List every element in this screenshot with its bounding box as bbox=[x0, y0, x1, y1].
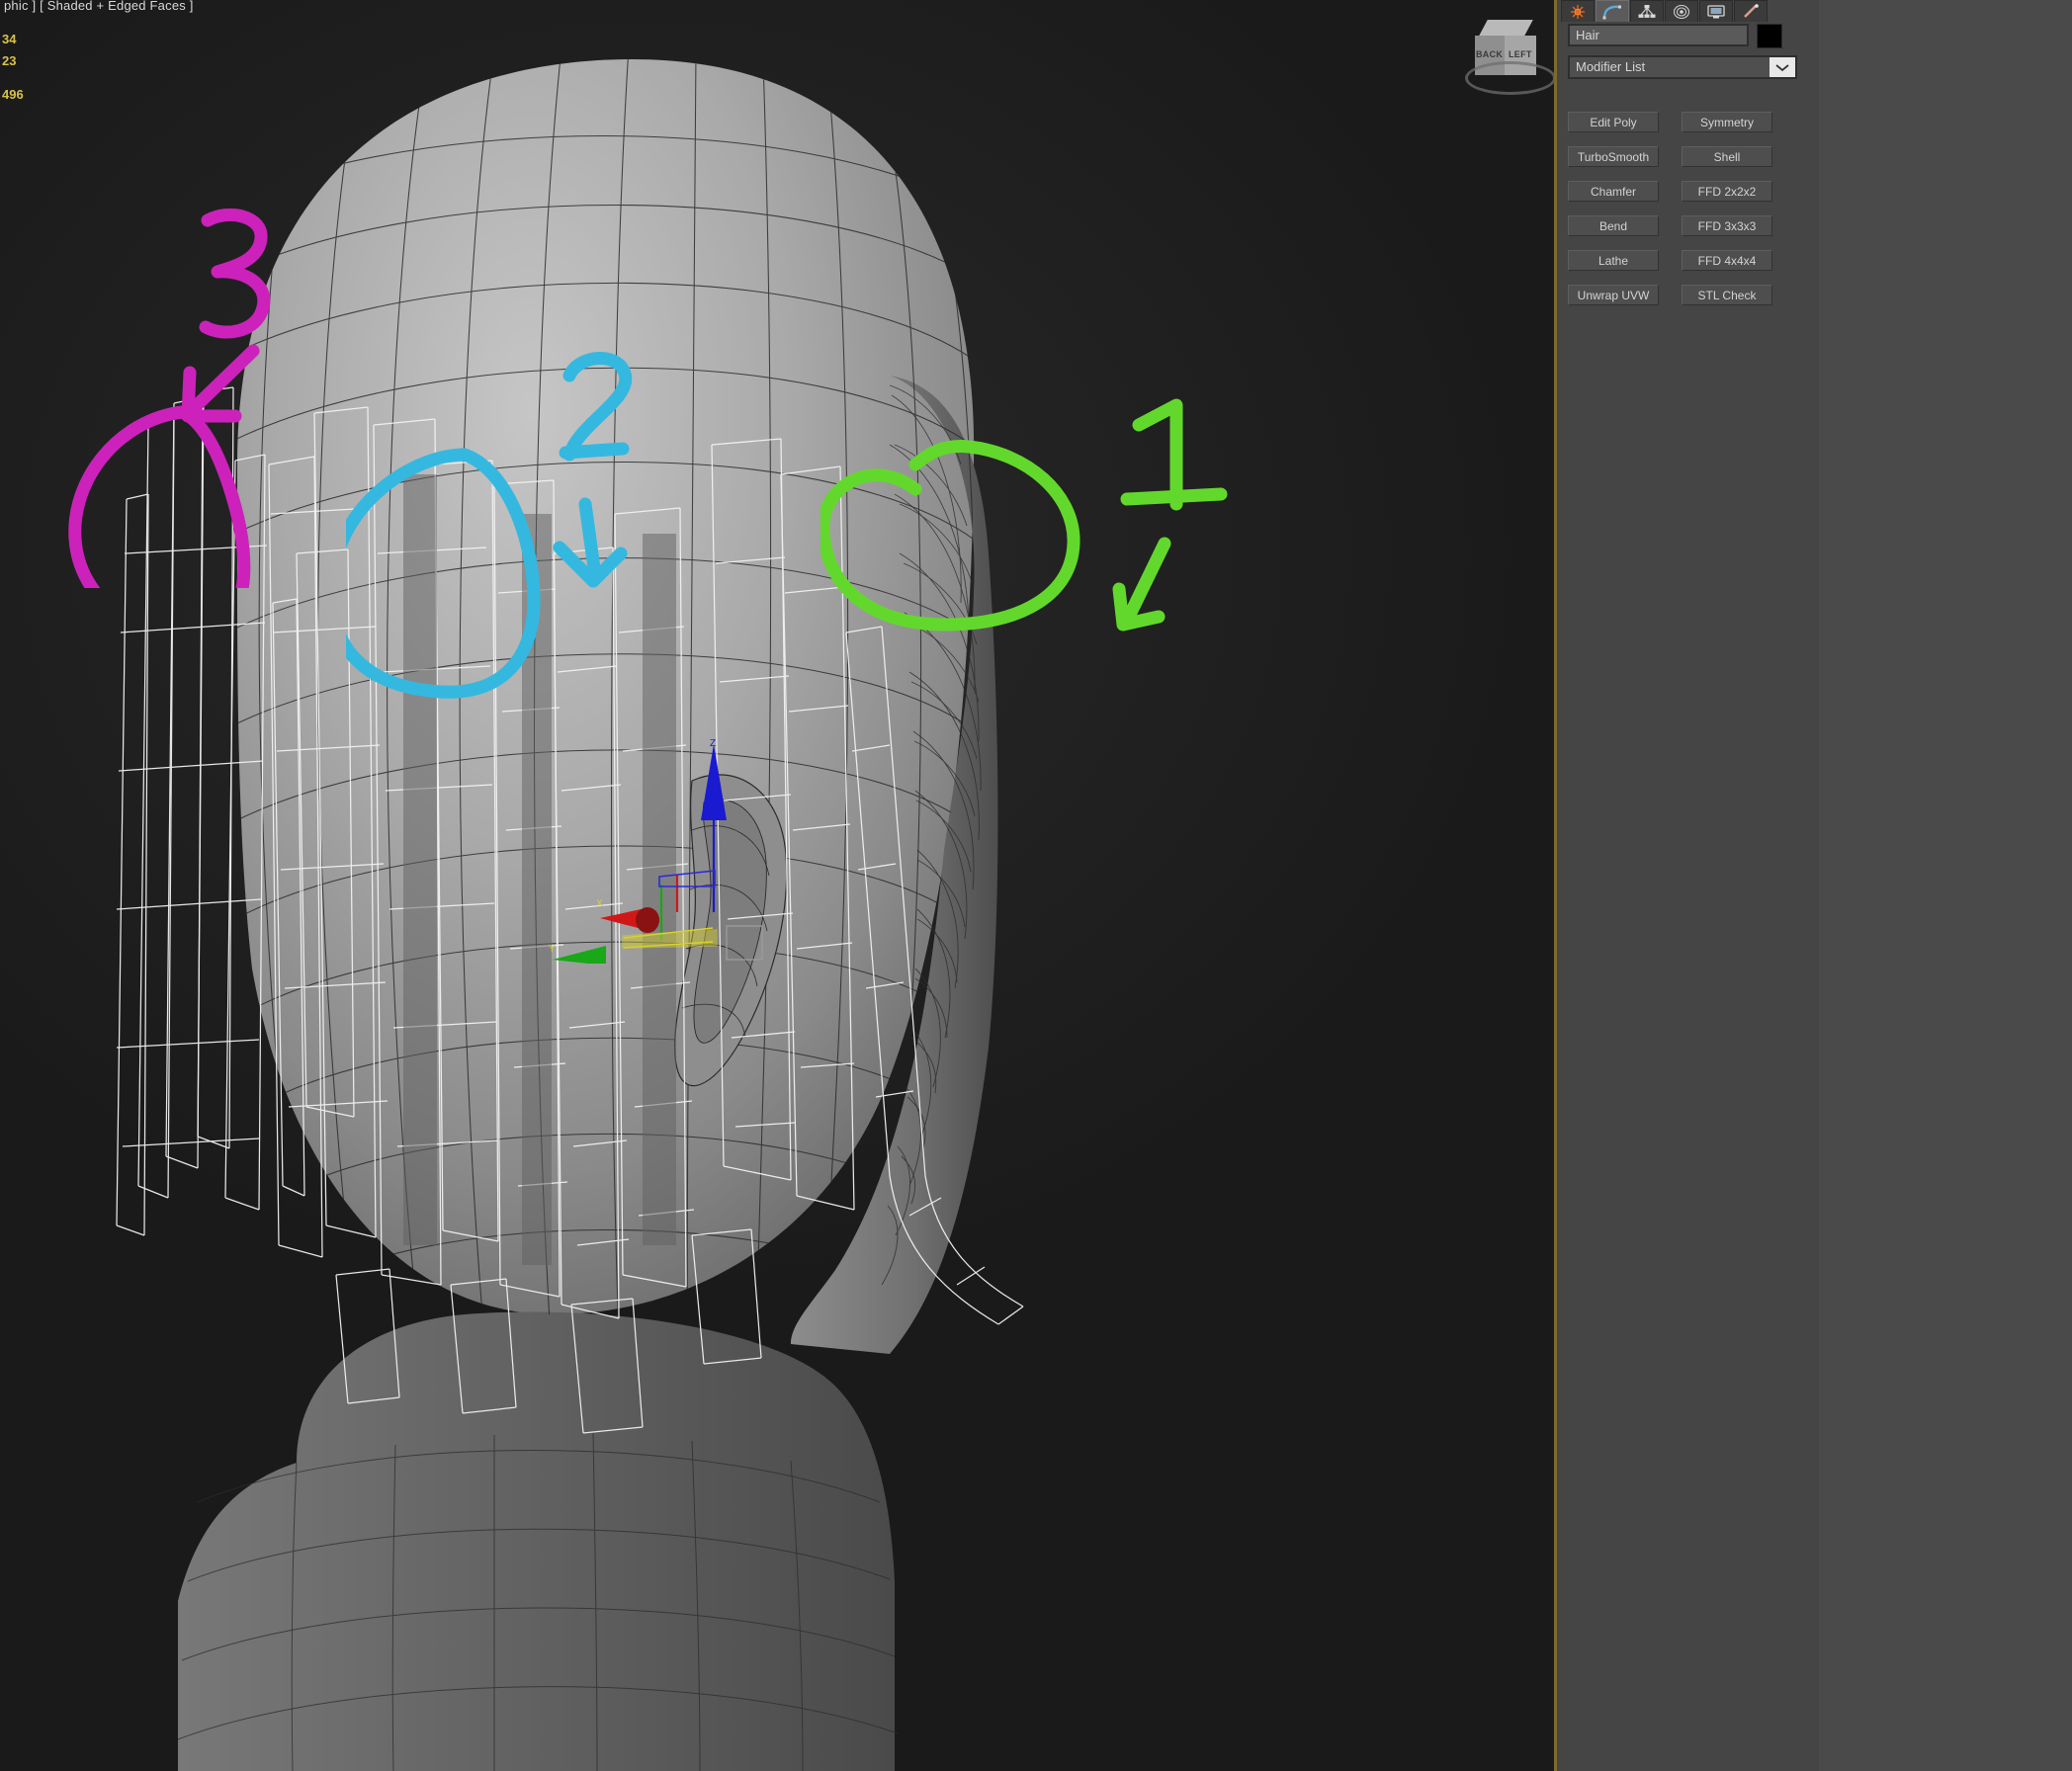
star-icon bbox=[1569, 4, 1587, 20]
modify-tab[interactable] bbox=[1596, 0, 1629, 22]
command-panel-tabs bbox=[1561, 0, 1816, 22]
viewport-stat-2: 23 bbox=[2, 53, 16, 68]
svg-text:X: X bbox=[596, 898, 603, 909]
modifier-button-ffd-4x4x4[interactable]: FFD 4x4x4 bbox=[1682, 250, 1772, 271]
object-color-swatch[interactable] bbox=[1757, 24, 1782, 48]
view-cube[interactable]: BACK LEFT bbox=[1465, 18, 1550, 93]
head-hair-mesh bbox=[0, 0, 1554, 1771]
modifier-button-symmetry[interactable]: Symmetry bbox=[1682, 112, 1772, 132]
modifier-list-dropdown[interactable]: Modifier List bbox=[1568, 55, 1797, 79]
modifier-button-lathe[interactable]: Lathe bbox=[1568, 250, 1659, 271]
display-icon bbox=[1706, 4, 1726, 20]
chevron-down-icon[interactable] bbox=[1770, 57, 1795, 77]
modifier-button-unwrap-uvw[interactable]: Unwrap UVW bbox=[1568, 285, 1659, 305]
view-cube-back-label: BACK bbox=[1476, 49, 1503, 59]
modifier-button-edit-poly[interactable]: Edit Poly bbox=[1568, 112, 1659, 132]
object-name-field[interactable]: Hair bbox=[1568, 24, 1749, 46]
view-cube-left-label: LEFT bbox=[1509, 49, 1532, 59]
command-panel: Hair Modifier List Edit Poly Symmetry Turb… bbox=[1557, 0, 1819, 1771]
max-application-window: phic ] [ Shaded + Edged Faces ] 34 23 49… bbox=[0, 0, 2072, 1771]
hierarchy-icon bbox=[1637, 4, 1657, 20]
modifier-button-stl-check[interactable]: STL Check bbox=[1682, 285, 1772, 305]
viewport-stat-1: 34 bbox=[2, 32, 16, 46]
hierarchy-tab[interactable] bbox=[1630, 0, 1664, 22]
motion-icon bbox=[1673, 4, 1690, 20]
motion-tab[interactable] bbox=[1665, 0, 1698, 22]
modifier-button-bend[interactable]: Bend bbox=[1568, 215, 1659, 236]
move-transform-gizmo[interactable]: Z X Y bbox=[539, 736, 776, 964]
create-tab[interactable] bbox=[1561, 0, 1595, 22]
view-cube-compass-ring[interactable] bbox=[1465, 61, 1554, 95]
viewport-label: phic ] [ Shaded + Edged Faces ] bbox=[4, 0, 194, 13]
modifier-button-turbosmooth[interactable]: TurboSmooth bbox=[1568, 146, 1659, 167]
svg-text:Y: Y bbox=[549, 944, 556, 955]
arc-icon bbox=[1602, 4, 1622, 20]
utilities-tab[interactable] bbox=[1734, 0, 1768, 22]
viewport-stat-3: 496 bbox=[2, 87, 24, 102]
viewport-perspective[interactable]: phic ] [ Shaded + Edged Faces ] 34 23 49… bbox=[0, 0, 1554, 1771]
hammer-icon bbox=[1742, 4, 1760, 20]
display-tab[interactable] bbox=[1699, 0, 1733, 22]
modifier-list-label: Modifier List bbox=[1576, 59, 1645, 74]
modifier-button-ffd-3x3x3[interactable]: FFD 3x3x3 bbox=[1682, 215, 1772, 236]
svg-text:Z: Z bbox=[710, 738, 716, 749]
modifier-button-shell[interactable]: Shell bbox=[1682, 146, 1772, 167]
modifier-button-ffd-2x2x2[interactable]: FFD 2x2x2 bbox=[1682, 181, 1772, 202]
modifier-button-chamfer[interactable]: Chamfer bbox=[1568, 181, 1659, 202]
